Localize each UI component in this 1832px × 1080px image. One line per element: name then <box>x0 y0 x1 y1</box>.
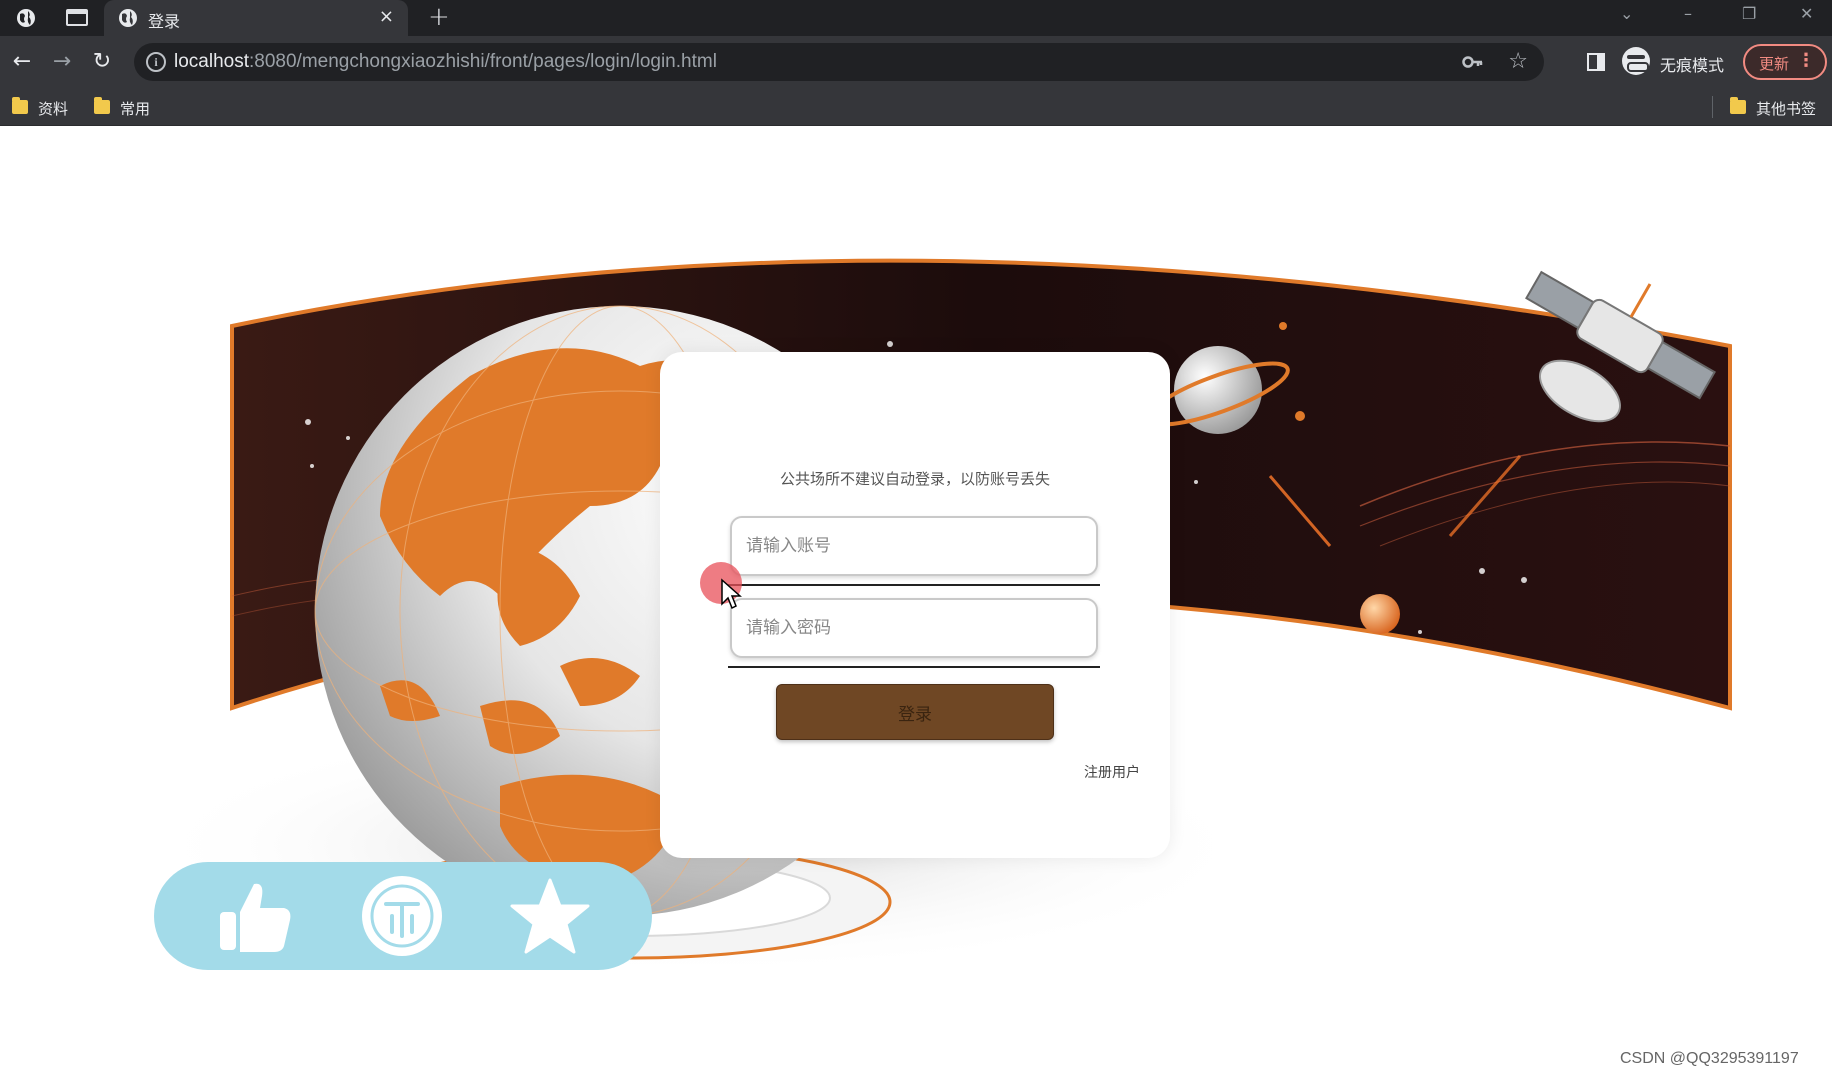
tab-title: 登录 <box>148 14 181 31</box>
bookmark-label: 常用 <box>120 100 151 118</box>
globe-icon <box>119 9 137 27</box>
username-input[interactable] <box>730 516 1098 576</box>
update-label: 更新 <box>1759 55 1790 73</box>
folder-icon <box>1730 97 1746 114</box>
update-button[interactable]: 更新 ⋮ <box>1743 44 1827 80</box>
window-close-button[interactable]: ✕ <box>1800 4 1813 23</box>
minimize-button[interactable]: – <box>1684 4 1692 23</box>
side-panel-icon[interactable] <box>1587 53 1605 71</box>
mouse-cursor-icon <box>721 578 742 610</box>
bookmarks-divider <box>1712 96 1713 118</box>
login-hint: 公共场所不建议自动登录，以防账号丢失 <box>779 470 1050 488</box>
tab-search-icon[interactable] <box>66 9 88 26</box>
social-action-bar <box>154 862 652 970</box>
forward-button[interactable]: → <box>48 48 76 76</box>
bookmarks-bar: 资料 常用 其他书签 <box>0 88 1832 126</box>
bookmark-label: 其他书签 <box>1756 100 1817 118</box>
address-bar[interactable]: i localhost:8080/mengchongxiaozhishi/fro… <box>134 43 1544 81</box>
site-info-icon[interactable]: i <box>146 52 166 72</box>
bookmark-label: 资料 <box>38 100 69 118</box>
register-link[interactable]: 注册用户 <box>1084 762 1140 782</box>
incognito-icon <box>1622 47 1650 75</box>
key-icon[interactable] <box>1462 52 1484 72</box>
folder-icon <box>94 97 110 114</box>
incognito-label: 无痕模式 <box>1660 56 1725 75</box>
new-tab-button[interactable]: + <box>428 2 450 32</box>
favorite-icon[interactable] <box>508 874 592 958</box>
tab-login[interactable]: 登录 × <box>104 0 408 36</box>
browser-toolbar: ← → ↻ i localhost:8080/mengchongxiaozhis… <box>0 36 1832 88</box>
url-text[interactable]: localhost:8080/mengchongxiaozhishi/front… <box>174 51 717 73</box>
reload-button[interactable]: ↻ <box>88 48 116 76</box>
close-icon[interactable]: × <box>379 6 394 27</box>
login-button[interactable]: 登录 <box>776 684 1054 740</box>
back-button[interactable]: ← <box>8 48 36 76</box>
like-icon[interactable] <box>212 874 296 958</box>
restore-button[interactable]: ❐ <box>1742 4 1756 23</box>
globe-icon[interactable] <box>16 8 36 28</box>
more-menu-icon[interactable]: ⋮ <box>1797 50 1815 71</box>
watermark: CSDN @QQ3295391197 <box>1620 1050 1799 1067</box>
bookmark-star-icon[interactable]: ☆ <box>1508 49 1528 74</box>
login-page: 公共场所不建议自动登录，以防账号丢失 登录 注册用户 CSDN @QQ32953… <box>0 126 1832 1080</box>
username-field-wrapper <box>728 516 1100 586</box>
password-input[interactable] <box>730 598 1098 658</box>
folder-icon <box>12 97 28 114</box>
browser-tab-strip: 登录 × + ⌄ – ❐ ✕ <box>0 0 1832 36</box>
coin-icon[interactable] <box>360 874 444 958</box>
chevron-down-icon[interactable]: ⌄ <box>1620 4 1633 23</box>
password-field-wrapper <box>728 598 1100 668</box>
